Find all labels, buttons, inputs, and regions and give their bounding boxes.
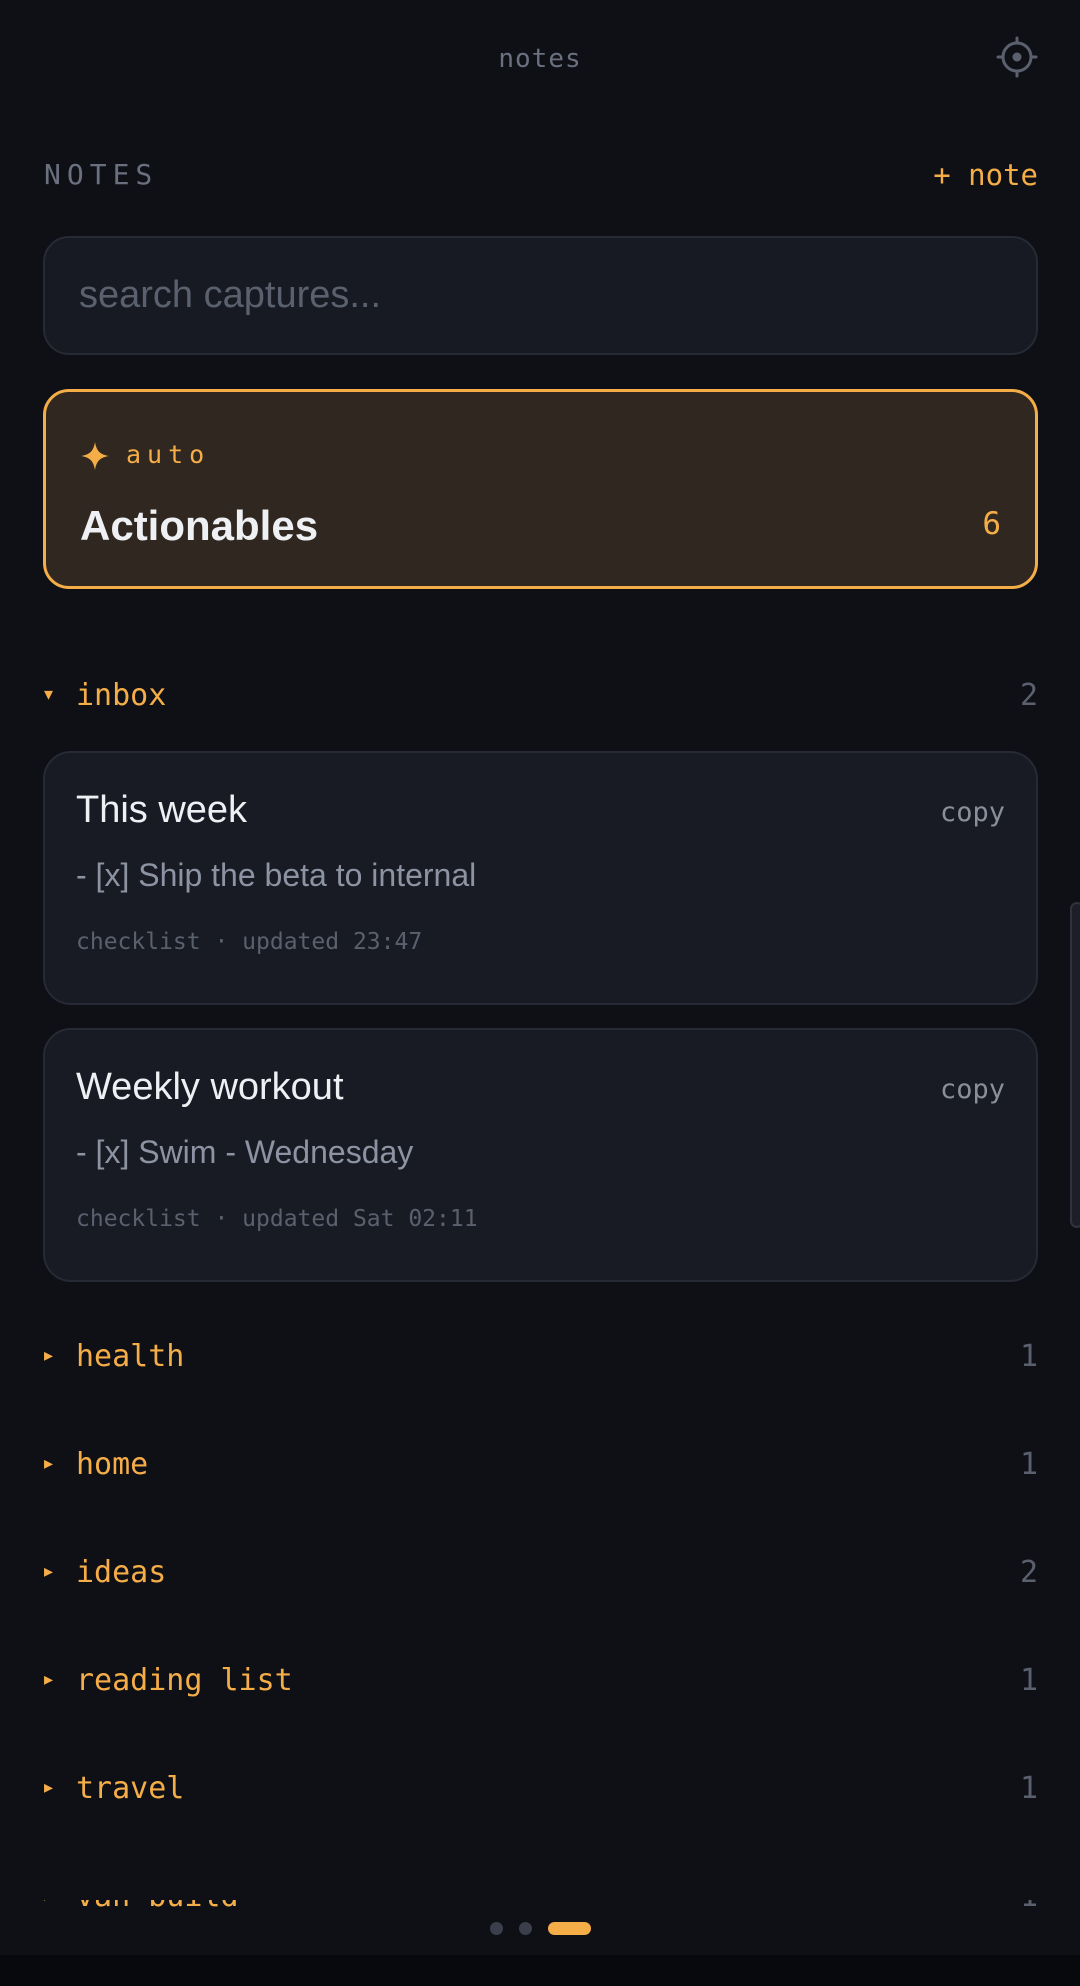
caret-right-icon: ▸ — [44, 1345, 54, 1365]
caret-right-icon: ▸ — [44, 1777, 54, 1797]
group-name: inbox — [76, 678, 167, 713]
note-card[interactable]: Weekly workout copy - [x] Swim - Wednesd… — [43, 1028, 1038, 1282]
settings-gear-icon[interactable] — [996, 36, 1038, 78]
search-input[interactable] — [79, 238, 999, 353]
caret-right-icon: ▸ — [44, 1561, 54, 1581]
group-count: 1 — [1019, 1447, 1038, 1482]
group-name: health — [76, 1339, 185, 1374]
group-count: 1 — [1019, 1663, 1038, 1698]
group-reading-list[interactable]: ▸ reading list 1 — [44, 1657, 1038, 1707]
group-name: home — [76, 1447, 149, 1482]
section-title: NOTES — [44, 158, 159, 191]
app-title: notes — [498, 44, 582, 74]
group-inbox[interactable]: ▾ inbox 2 — [44, 672, 1038, 722]
copy-button[interactable]: copy — [940, 1074, 1005, 1105]
group-count: 2 — [1019, 1555, 1038, 1590]
group-name: travel — [76, 1771, 185, 1806]
system-nav-bar — [0, 1955, 1080, 1986]
group-count: 2 — [1019, 678, 1038, 713]
group-health[interactable]: ▸ health 1 — [44, 1333, 1038, 1383]
scroll-clip — [0, 1880, 1080, 1900]
note-card[interactable]: This week copy - [x] Ship the beta to in… — [43, 751, 1038, 1005]
caret-down-icon: ▾ — [44, 684, 54, 704]
note-preview: - [x] Swim - Wednesday — [76, 1134, 414, 1170]
scrollbar-handle[interactable] — [1070, 902, 1080, 1228]
group-count: 1 — [1019, 1771, 1038, 1806]
actionables-card[interactable]: auto Actionables 6 — [43, 389, 1038, 589]
group-name: reading list — [76, 1663, 293, 1698]
group-ideas[interactable]: ▸ ideas 2 — [44, 1549, 1038, 1599]
note-meta: checklist · updated 23:47 — [76, 929, 423, 955]
page-dot[interactable] — [519, 1922, 532, 1935]
notes-section-header: NOTES + note — [44, 158, 1038, 198]
page-dot[interactable] — [490, 1922, 503, 1935]
note-preview: - [x] Ship the beta to internal — [76, 857, 477, 893]
group-name: ideas — [76, 1555, 167, 1590]
sparkle-icon — [80, 441, 110, 471]
auto-label: auto — [126, 440, 211, 469]
note-title: This week — [76, 789, 248, 831]
caret-right-icon: ▸ — [44, 1453, 54, 1473]
add-note-button[interactable]: + note — [933, 158, 1038, 192]
actionables-title: Actionables — [80, 502, 319, 549]
page-dot-active[interactable] — [548, 1922, 591, 1935]
note-meta: checklist · updated Sat 02:11 — [76, 1206, 478, 1232]
group-home[interactable]: ▸ home 1 — [44, 1441, 1038, 1491]
copy-button[interactable]: copy — [940, 797, 1005, 828]
search-box — [43, 236, 1038, 355]
caret-right-icon: ▸ — [44, 1669, 54, 1689]
note-title: Weekly workout — [76, 1066, 344, 1108]
page-indicator — [0, 1918, 1080, 1938]
group-count: 1 — [1019, 1339, 1038, 1374]
top-bar: notes — [0, 0, 1080, 130]
group-travel[interactable]: ▸ travel 1 — [44, 1765, 1038, 1815]
actionables-count: 6 — [982, 506, 1001, 542]
